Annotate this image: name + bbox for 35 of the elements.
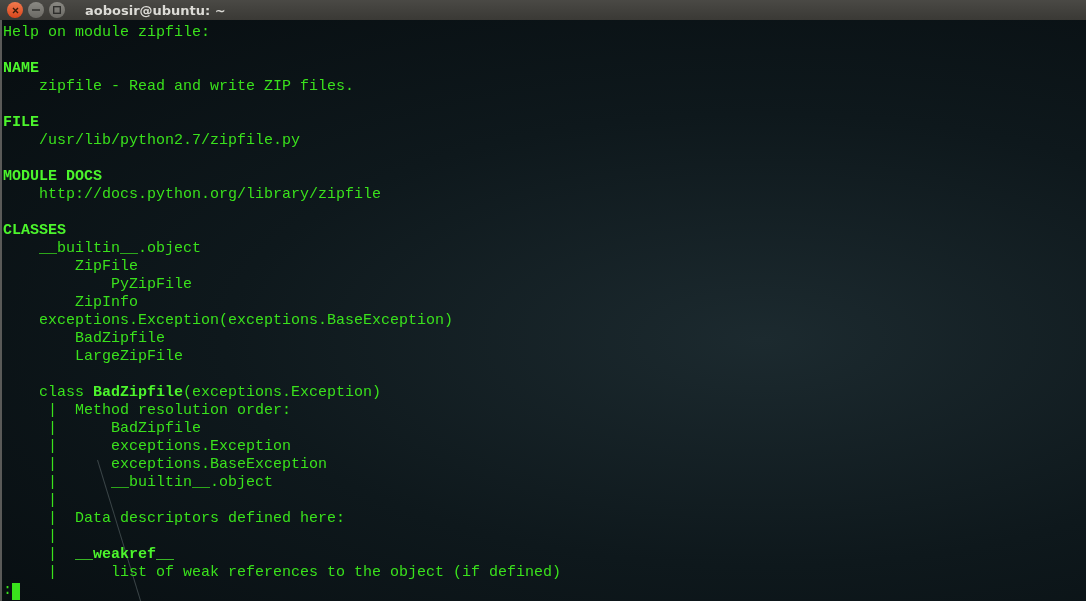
- minimize-icon: [32, 9, 40, 11]
- pager-prompt: :: [3, 582, 12, 600]
- terminal-line: ZipInfo: [74, 294, 139, 312]
- terminal-line: class BadZipfile(exceptions.Exception): [38, 384, 382, 402]
- terminal-line: | list of weak references to the object (if defined): [47, 564, 562, 582]
- terminal-line: __builtin__.object: [38, 240, 202, 258]
- terminal-line: | BadZipfile: [47, 420, 202, 438]
- terminal-line: |: [47, 528, 57, 546]
- terminal-line: BadZipfile: [74, 330, 166, 348]
- terminal-line: | exceptions.Exception: [47, 438, 292, 456]
- terminal-line: | Method resolution order:: [47, 402, 292, 420]
- section-heading: NAME: [3, 60, 39, 78]
- section-heading: CLASSES: [3, 222, 66, 240]
- terminal-line: zipfile - Read and write ZIP files.: [38, 78, 355, 96]
- maximize-icon: [53, 6, 61, 14]
- terminal-line: ZipFile: [74, 258, 139, 276]
- terminal-line: | exceptions.BaseException: [47, 456, 328, 474]
- maximize-button[interactable]: [49, 2, 65, 18]
- section-heading: MODULE DOCS: [3, 168, 103, 186]
- terminal-line: exceptions.Exception(exceptions.BaseException): [38, 312, 454, 330]
- terminal-line: |: [47, 492, 57, 510]
- section-heading: FILE: [3, 114, 39, 132]
- terminal-line: | __builtin__.object: [47, 474, 274, 492]
- terminal-line: Help on module zipfile:: [3, 24, 211, 42]
- terminal-line: http://docs.python.org/library/zipfile: [38, 186, 382, 204]
- terminal-line: | Data descriptors defined here:: [47, 510, 346, 528]
- window-title: aobosir@ubuntu: ~: [85, 2, 226, 18]
- terminal-line: | __weakref__: [47, 546, 175, 564]
- minimize-button[interactable]: [28, 2, 44, 18]
- text-cursor: [12, 582, 20, 600]
- close-button[interactable]: [7, 2, 23, 18]
- close-icon: [11, 6, 19, 14]
- terminal-line: LargeZipFile: [74, 348, 184, 366]
- terminal-line: PyZipFile: [110, 276, 193, 294]
- terminal-line: /usr/lib/python2.7/zipfile.py: [38, 132, 301, 150]
